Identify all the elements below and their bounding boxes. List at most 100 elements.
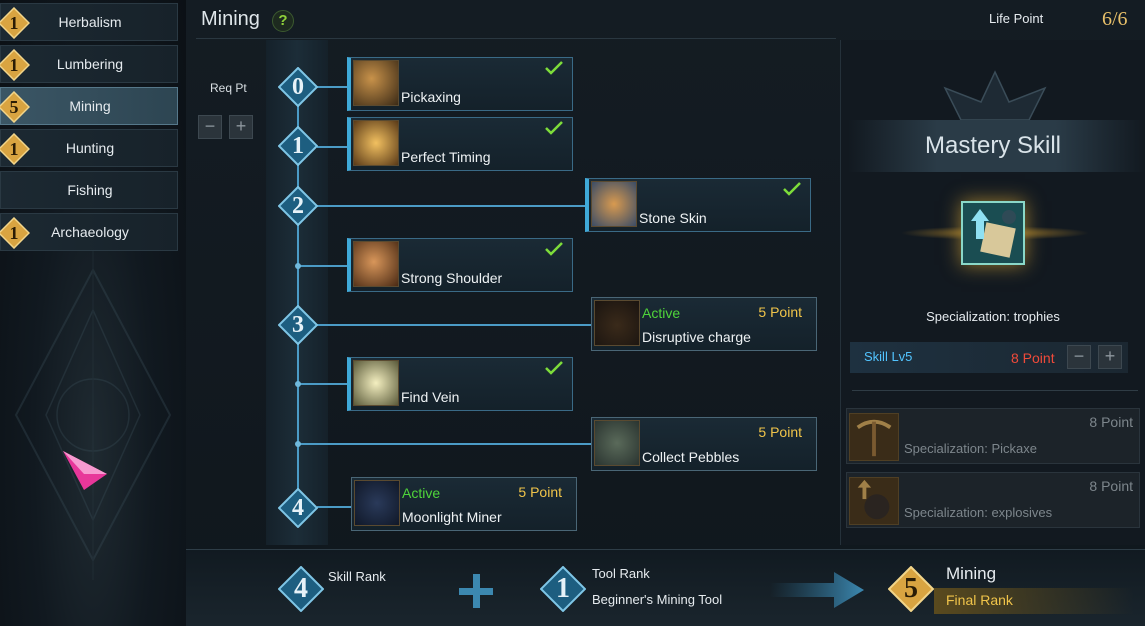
tool-rank-badge: 1 bbox=[540, 566, 586, 612]
rank-number: 4 bbox=[292, 495, 304, 521]
sidebar-item-mining[interactable]: 5 Mining bbox=[0, 87, 178, 125]
mastery-specialization-name: Specialization: trophies bbox=[926, 309, 1060, 324]
specialization-points: 8 Point bbox=[1089, 414, 1133, 430]
sidebar-item-hunting[interactable]: 1 Hunting bbox=[0, 129, 178, 167]
sidebar-item-label: Hunting bbox=[65, 140, 115, 156]
checkmark-icon bbox=[783, 182, 801, 196]
skill-card-perfect-timing[interactable]: Perfect Timing bbox=[347, 117, 573, 171]
junction-dot bbox=[295, 441, 301, 447]
specialization-points: 8 Point bbox=[1089, 478, 1133, 494]
skill-rank-value: 4 bbox=[294, 573, 308, 604]
stone-skin-skill-icon bbox=[591, 181, 637, 227]
page-title: Mining bbox=[201, 8, 260, 30]
pickaxe-specialization-icon bbox=[849, 413, 899, 461]
skill-level-points: 8 Point bbox=[1011, 350, 1055, 366]
skill-name: Disruptive charge bbox=[642, 329, 751, 345]
final-rank-value: 5 bbox=[904, 573, 918, 604]
skill-rank-label: Skill Rank bbox=[328, 569, 386, 584]
skill-level-minus-button[interactable]: − bbox=[1067, 345, 1091, 369]
sidebar-item-archaeology[interactable]: 1 Archaeology bbox=[0, 213, 178, 251]
find-vein-skill-icon bbox=[353, 360, 399, 406]
junction-dot bbox=[295, 381, 301, 387]
rank-number: 1 bbox=[292, 133, 304, 159]
sidebar-item-label: Herbalism bbox=[58, 14, 122, 30]
rank-0-badge: 0 bbox=[278, 67, 318, 107]
disruptive-charge-skill-icon bbox=[594, 300, 640, 346]
sidebar-item-label: Lumbering bbox=[56, 56, 124, 72]
sidebar-item-label: Fishing bbox=[67, 182, 113, 198]
tool-rank-value: 1 bbox=[556, 573, 570, 604]
req-pt-label: Req Pt bbox=[210, 81, 247, 95]
life-point-label: Life Point bbox=[989, 11, 1044, 26]
connector-line bbox=[317, 506, 352, 508]
req-pt-minus-button[interactable]: − bbox=[198, 115, 222, 139]
mastery-skill-icon[interactable] bbox=[961, 201, 1025, 265]
trophy-map-icon bbox=[971, 209, 1016, 258]
skill-card-strong-shoulder[interactable]: Strong Shoulder bbox=[347, 238, 573, 292]
final-rank-badge: 5 bbox=[888, 566, 934, 612]
skill-level: Skill Lv5 bbox=[864, 349, 913, 364]
strong-shoulder-skill-icon bbox=[353, 241, 399, 287]
pickaxing-skill-icon bbox=[353, 60, 399, 106]
rank-1-badge: 1 bbox=[278, 126, 318, 166]
rank-number: 0 bbox=[292, 74, 304, 100]
explosives-specialization-icon bbox=[849, 477, 899, 525]
rank-number: 3 bbox=[292, 312, 304, 338]
tool-name: Beginner's Mining Tool bbox=[592, 592, 723, 607]
checkmark-icon bbox=[545, 121, 563, 135]
rank-2-badge: 2 bbox=[278, 186, 318, 226]
specialization-pickaxe[interactable]: 8 Point Specialization: Pickaxe bbox=[846, 408, 1140, 464]
divider bbox=[852, 390, 1138, 391]
connector-line bbox=[298, 265, 347, 267]
skill-card-find-vein[interactable]: Find Vein bbox=[347, 357, 573, 411]
skill-name: Stone Skin bbox=[639, 210, 707, 226]
connector-line bbox=[317, 324, 591, 326]
compass-emblem-decoration bbox=[14, 250, 172, 580]
skill-card-pickaxing[interactable]: Pickaxing bbox=[347, 57, 573, 111]
skill-card-stone-skin[interactable]: Stone Skin bbox=[585, 178, 811, 232]
rank-4-badge: 4 bbox=[278, 488, 318, 528]
pink-crystal-cursor-icon bbox=[63, 451, 107, 490]
skill-rank-badge: 4 bbox=[278, 566, 324, 612]
checkmark-icon bbox=[545, 61, 563, 75]
skill-card-moonlight-miner[interactable]: Active 5 Point Moonlight Miner bbox=[351, 477, 577, 531]
connector-line bbox=[298, 383, 347, 385]
mastery-title: Mastery Skill bbox=[924, 132, 1062, 159]
req-pt-plus-button[interactable]: + bbox=[229, 115, 253, 139]
connector-line bbox=[298, 443, 591, 445]
tool-rank-label: Tool Rank bbox=[592, 566, 650, 581]
moonlight-miner-skill-icon bbox=[354, 480, 400, 526]
skill-card-disruptive-charge[interactable]: Active 5 Point Disruptive charge bbox=[591, 297, 817, 351]
connector-line bbox=[317, 205, 585, 207]
life-point-value: 6/6 bbox=[1102, 8, 1128, 30]
collect-pebbles-skill-icon bbox=[594, 420, 640, 466]
skill-card-collect-pebbles[interactable]: 5 Point Collect Pebbles bbox=[591, 417, 817, 471]
specialization-name: Specialization: explosives bbox=[904, 505, 1053, 520]
specialization-explosives[interactable]: 8 Point Specialization: explosives bbox=[846, 472, 1140, 528]
divider bbox=[196, 38, 836, 39]
help-icon[interactable]: ? bbox=[272, 10, 294, 32]
checkmark-icon bbox=[545, 242, 563, 256]
skill-name: Moonlight Miner bbox=[402, 509, 502, 525]
bomb-icon bbox=[857, 479, 890, 520]
skill-name: Pickaxing bbox=[401, 89, 461, 105]
skill-points: 5 Point bbox=[758, 304, 802, 320]
plus-icon bbox=[457, 572, 495, 610]
active-label: Active bbox=[642, 305, 681, 321]
junction-dot bbox=[295, 263, 301, 269]
skill-name: Collect Pebbles bbox=[642, 449, 740, 465]
sidebar-item-label: Mining bbox=[69, 98, 111, 114]
rank-number: 2 bbox=[292, 193, 304, 219]
skill-level-plus-button[interactable]: + bbox=[1098, 345, 1122, 369]
sidebar-item-herbalism[interactable]: 1 Herbalism bbox=[0, 3, 178, 41]
sidebar-item-fishing[interactable]: Fishing bbox=[0, 171, 178, 209]
sidebar-item-label: Archaeology bbox=[51, 224, 129, 240]
active-label: Active bbox=[402, 485, 441, 501]
connector-line bbox=[317, 146, 347, 148]
checkmark-icon bbox=[545, 361, 563, 375]
final-rank-title: Mining bbox=[946, 564, 997, 583]
skill-name: Find Vein bbox=[401, 389, 460, 405]
skill-points: 5 Point bbox=[518, 484, 562, 500]
skill-points: 5 Point bbox=[758, 424, 802, 440]
sidebar-item-lumbering[interactable]: 1 Lumbering bbox=[0, 45, 178, 83]
